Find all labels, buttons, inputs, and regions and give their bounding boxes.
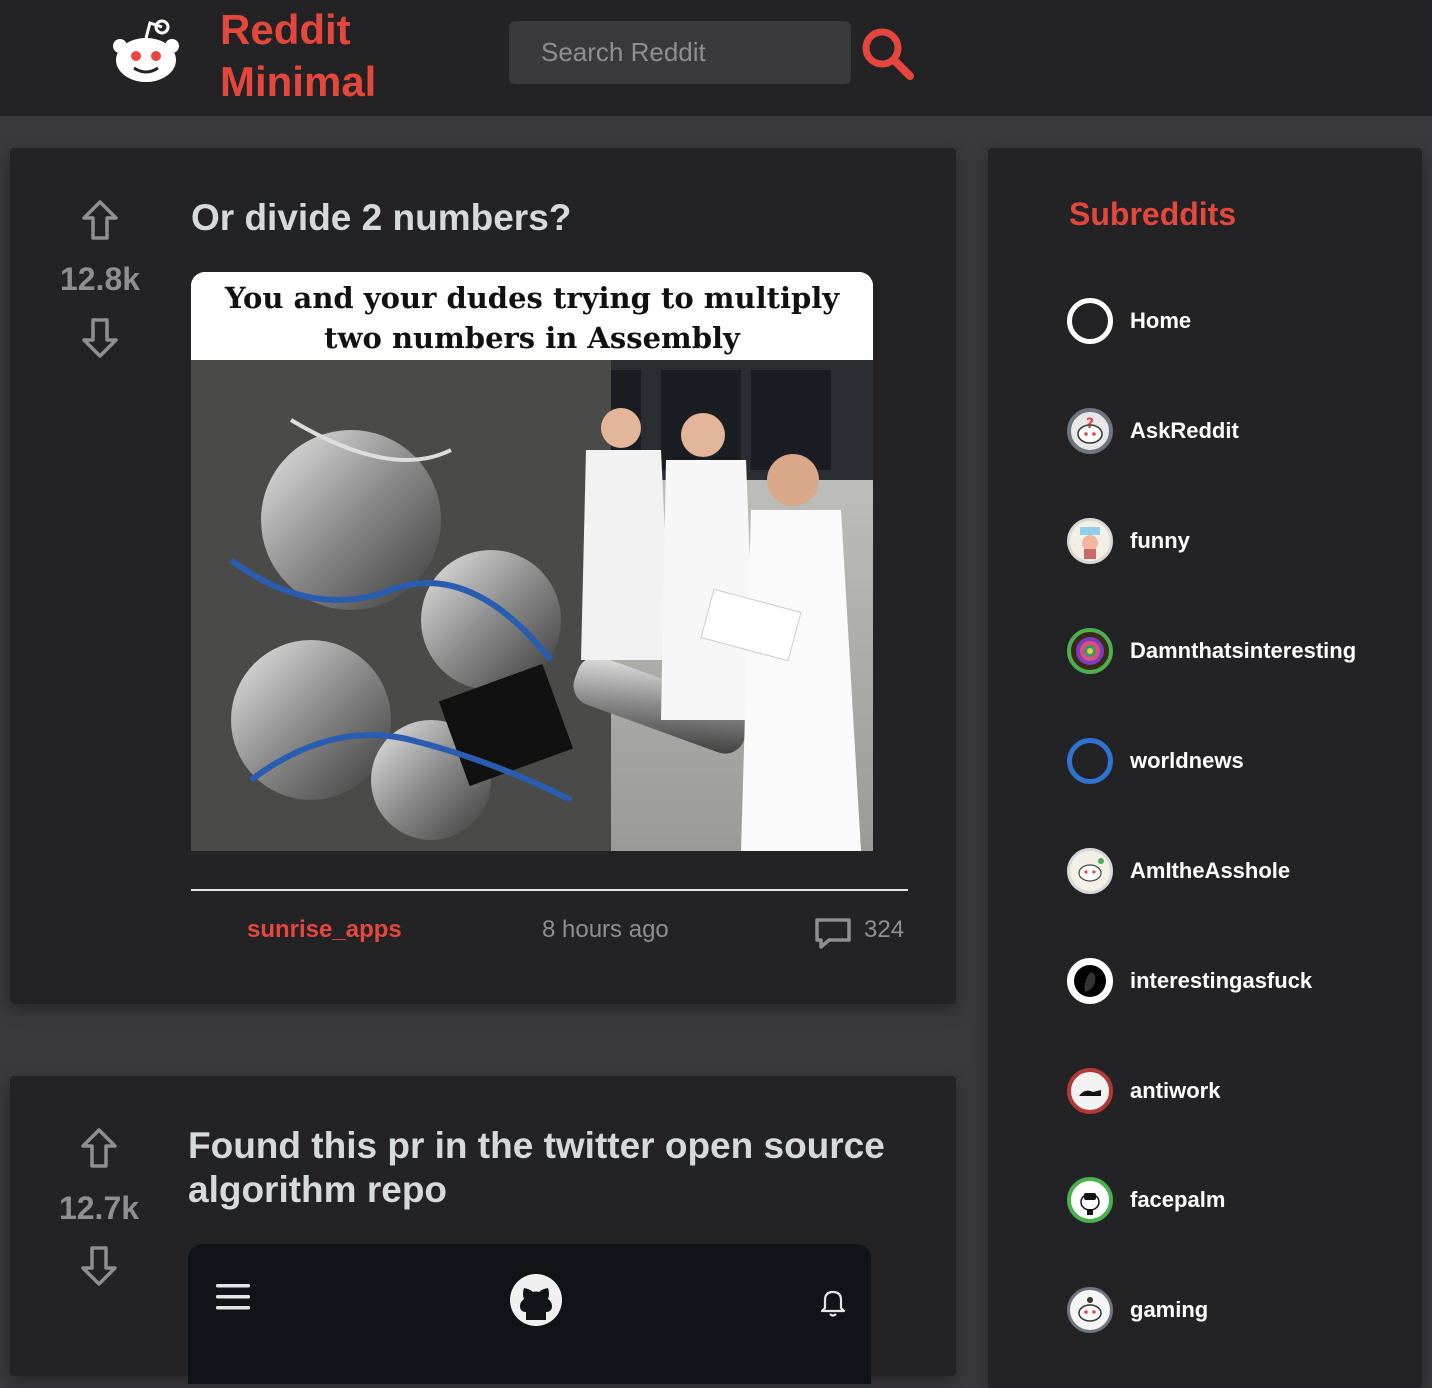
facepalm-icon [1067,1177,1113,1223]
subreddit-label: funny [1130,528,1190,553]
subreddit-label: interestingasfuck [1130,968,1313,993]
post-score: 12.8k [59,261,141,297]
subreddit-label: antiwork [1130,1078,1221,1103]
amitheasshole-icon [1067,848,1113,894]
post-image[interactable] [188,1244,871,1384]
subreddit-label: AskReddit [1130,418,1239,443]
subreddit-item-funny[interactable]: funny [1067,518,1397,568]
github-logo-icon [510,1274,562,1326]
subreddit-item-facepalm[interactable]: facepalm [1067,1177,1397,1227]
subreddits-sidebar: Subreddits Home ? AskReddit funny Damnth… [988,148,1422,1388]
post-title[interactable]: Or divide 2 numbers? [191,196,571,240]
subreddit-item-worldnews[interactable]: worldnews [1067,738,1397,788]
funny-icon [1067,518,1113,564]
post-title[interactable]: Found this pr in the twitter open source… [188,1124,885,1212]
post-divider [191,889,908,891]
subreddit-item-home[interactable]: Home [1067,298,1397,348]
subreddit-item-amitheasshole[interactable]: AmItheAsshole [1067,848,1397,898]
meme-caption-line-1: You and your dudes trying to multiply [224,281,840,315]
subreddit-label: AmItheAsshole [1130,858,1291,883]
upvote-arrow-icon[interactable] [80,198,120,242]
subreddit-label: gaming [1130,1297,1209,1322]
search-icon[interactable] [860,26,916,82]
hamburger-menu-icon [216,1284,250,1310]
meme-caption-line-2: two numbers in Assembly [324,321,740,355]
brand-line-2: Minimal [220,58,377,105]
reddit-logo-icon[interactable] [110,18,182,88]
brand-title[interactable]: Reddit Minimal [220,4,376,108]
post-image[interactable]: You and your dudes trying to multiply tw… [191,272,873,851]
gaming-icon [1067,1287,1113,1333]
top-navigation-bar: Reddit Minimal [0,0,1432,116]
askreddit-icon: ? [1067,408,1113,454]
subreddit-item-antiwork[interactable]: antiwork [1067,1068,1397,1118]
subreddit-label: Home [1130,308,1192,333]
subreddit-label: Damnthatsinteresting [1130,638,1357,663]
subreddit-item-interestingasfuck[interactable]: interestingasfuck [1067,958,1397,1008]
damnthatsinteresting-icon [1067,628,1113,674]
downvote-arrow-icon[interactable] [80,316,120,360]
upvote-arrow-icon[interactable] [79,1126,119,1170]
svg-text:?: ? [1086,416,1094,432]
post-author[interactable]: sunrise_apps [247,916,402,944]
subreddit-label: facepalm [1130,1187,1226,1212]
subreddit-item-damnthatsinteresting[interactable]: Damnthatsinteresting [1067,628,1397,678]
home-ring-icon [1067,298,1113,344]
worldnews-ring-icon [1067,738,1113,784]
post-timestamp: 8 hours ago [542,916,669,943]
subreddit-label: worldnews [1130,748,1244,773]
post-card: 12.7k Found this pr in the twitter open … [10,1076,956,1384]
brand-line-1: Reddit [220,6,351,53]
antiwork-icon [1067,1068,1113,1114]
subreddit-item-askreddit[interactable]: ? AskReddit [1067,408,1397,458]
lab-equipment-photo [191,360,873,851]
comment-count[interactable]: 324 [864,916,904,944]
meme-caption: You and your dudes trying to multiply tw… [191,272,873,360]
bell-icon [820,1290,846,1317]
search-input[interactable] [509,21,851,84]
post-title-line-1: Found this pr in the twitter open source [188,1125,885,1166]
post-card: 12.8k Or divide 2 numbers? You and your … [10,148,956,1004]
downvote-arrow-icon[interactable] [79,1244,119,1288]
comment-icon[interactable] [813,916,853,950]
interestingasfuck-icon [1067,958,1113,1004]
sidebar-title: Subreddits [1069,196,1237,232]
post-score: 12.7k [58,1190,140,1226]
post-title-line-2: algorithm repo [188,1169,448,1210]
